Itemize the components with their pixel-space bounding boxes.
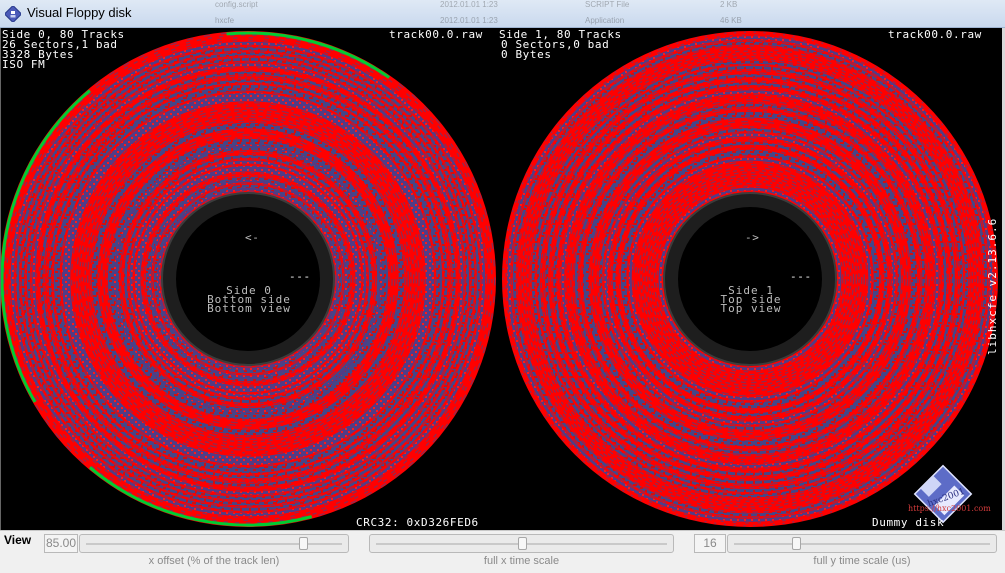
x-offset-slider[interactable]	[79, 534, 349, 553]
list-item: Application	[585, 16, 625, 25]
side0-hub-view: Bottom view	[207, 302, 291, 315]
side1-index-mark: ---	[790, 270, 812, 283]
x-offset-value[interactable]: 85.00	[44, 534, 78, 553]
title-bar[interactable]: Visual Floppy disk config.script 2012.01…	[0, 0, 1005, 28]
side1-bytes-label: 0 Bytes	[501, 48, 552, 61]
side1-hub-view: Top view	[720, 302, 782, 315]
side0-index-mark: ---	[289, 270, 311, 283]
disk-view-canvas[interactable]: hxc2001 Side 0, 80 Tracks 26 Sectors,1 b…	[0, 28, 1002, 530]
hxc-url[interactable]: https://hxc2001.com	[908, 504, 991, 513]
y-time-scale-slider[interactable]	[727, 534, 997, 553]
disk-name-label: Dummy disk	[872, 516, 945, 529]
x-offset-caption: x offset (% of the track len)	[148, 555, 280, 567]
x-time-scale-slider[interactable]	[369, 534, 674, 553]
x-time-scale-caption: full x time scale	[483, 555, 560, 567]
side1-file-label: track00.0.raw	[888, 28, 982, 41]
x-time-scale-slider-thumb[interactable]	[517, 537, 527, 550]
side-0-disk[interactable]	[1, 31, 496, 527]
view-label: View	[4, 533, 32, 547]
side0-file-label: track00.0.raw	[389, 28, 483, 41]
version-label: libhxcfe v2.13.6.6	[986, 217, 999, 355]
side0-direction-arrow: <-	[245, 231, 260, 244]
y-time-scale-caption: full y time scale (us)	[813, 555, 911, 567]
side0-encoding-label: ISO FM	[2, 58, 46, 71]
list-item: 2 KB	[720, 0, 738, 9]
list-item: SCRIPT File	[585, 0, 630, 9]
y-time-scale-slider-thumb[interactable]	[791, 537, 801, 550]
list-item: hxcfe	[215, 16, 235, 25]
view-controls-panel: View 85.00 x offset (% of the track len)…	[0, 530, 1005, 573]
floppy-app-icon	[5, 6, 21, 22]
disk-visualization[interactable]: hxc2001	[1, 28, 1003, 530]
side1-direction-arrow: ->	[745, 231, 760, 244]
crc-label: CRC32: 0xD326FED6	[356, 516, 479, 529]
x-offset-slider-thumb[interactable]	[298, 537, 308, 550]
y-time-scale-value[interactable]: 16	[694, 534, 726, 553]
side-1-disk[interactable]	[502, 31, 998, 527]
background-window-list: config.script 2012.01.01 1:23 SCRIPT Fil…	[175, 0, 1005, 28]
list-item: 2012.01.01 1:23	[440, 16, 498, 25]
list-item: 2012.01.01 1:23	[440, 0, 498, 9]
list-item: 46 KB	[720, 16, 742, 25]
list-item: config.script	[215, 0, 258, 9]
window-title: Visual Floppy disk	[27, 5, 132, 20]
